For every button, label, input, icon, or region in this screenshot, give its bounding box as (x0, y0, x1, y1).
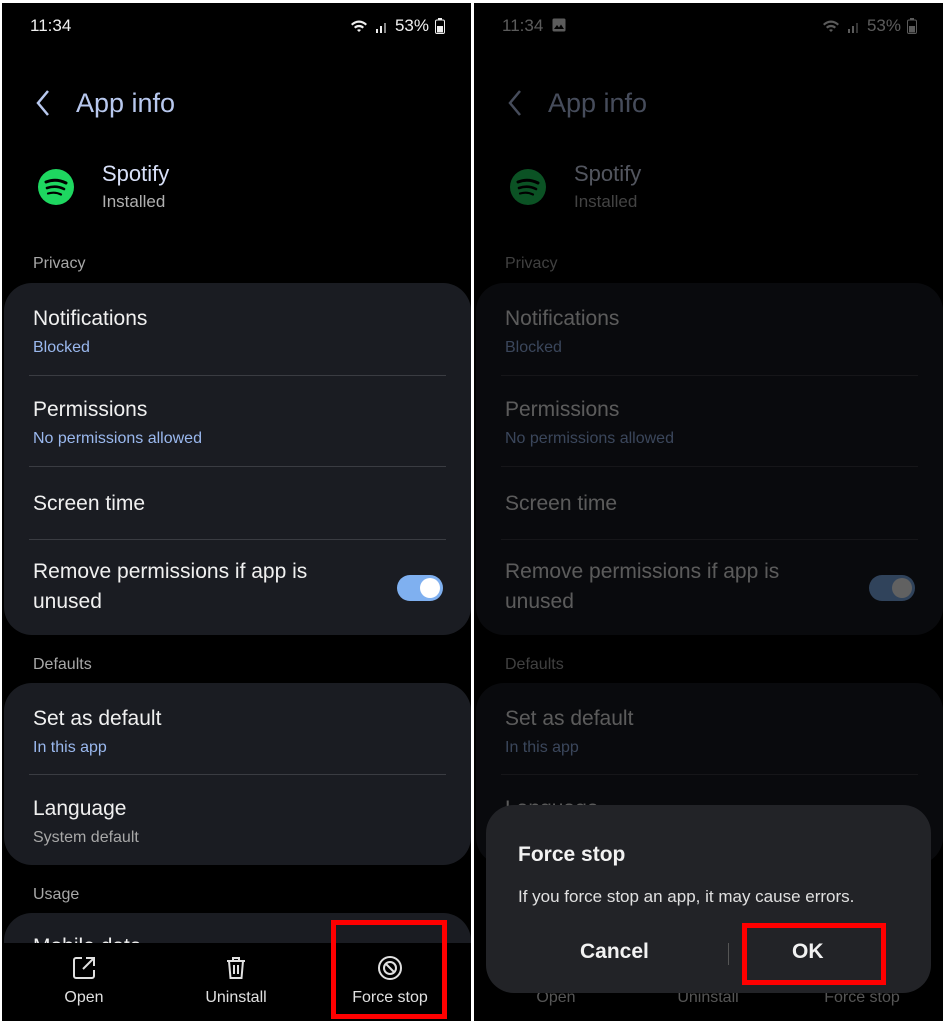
phone-screen-app-info: 11:34 53% App info Spotify Installed Pri… (2, 3, 471, 1021)
permissions-value: No permissions allowed (33, 430, 202, 447)
uninstall-label: Uninstall (205, 989, 267, 1006)
spotify-logo (38, 168, 74, 205)
highlight-box-force-stop (331, 920, 447, 1019)
permissions-title: Permissions (33, 398, 148, 421)
trash-icon (227, 957, 245, 979)
section-privacy-label: Privacy (33, 255, 86, 272)
dialog-title: Force stop (518, 843, 626, 866)
open-label: Open (64, 989, 104, 1006)
dialog-message: If you force stop an app, it may cause e… (518, 887, 855, 906)
section-usage-label: Usage (33, 886, 80, 903)
language-item[interactable]: Language System default (4, 774, 471, 865)
signal-icon (375, 23, 386, 33)
page-title: App info (76, 87, 176, 118)
notifications-item[interactable]: Notifications Blocked (4, 283, 471, 375)
wifi-icon (350, 20, 367, 32)
notifications-title: Notifications (33, 307, 148, 330)
open-external-icon (73, 957, 95, 979)
screen-time-title: Screen time (33, 492, 146, 515)
app-summary: Spotify Installed (36, 161, 169, 212)
uninstall-button[interactable]: Uninstall (200, 955, 272, 1007)
phone-screen-force-stop-dialog: 11:34 53% App info Spotify Installed Pri… (474, 3, 943, 1021)
language-value: System default (33, 829, 139, 846)
app-name: Spotify (102, 161, 170, 186)
section-defaults-label: Defaults (33, 656, 92, 673)
app-install-status: Installed (102, 192, 166, 211)
open-button[interactable]: Open (54, 955, 114, 1007)
language-title: Language (33, 797, 127, 820)
set-as-default-value: In this app (33, 739, 107, 756)
highlight-box-ok (742, 923, 886, 985)
battery-percent: 53% (394, 16, 429, 35)
status-bar: 11:34 53% (30, 16, 445, 40)
status-time: 11:34 (30, 16, 72, 35)
remove-permissions-toggle[interactable] (397, 575, 443, 601)
remove-permissions-item[interactable]: Remove permissions if app is unused (4, 539, 471, 635)
app-bar: App info (30, 85, 175, 121)
button-separator (728, 943, 729, 965)
battery-icon (435, 18, 445, 34)
chevron-left-icon[interactable] (30, 85, 56, 121)
set-as-default-title: Set as default (33, 707, 162, 730)
toggle-knob (420, 578, 440, 598)
privacy-card: Notifications Blocked Permissions No per… (4, 283, 471, 635)
defaults-card: Set as default In this app Language Syst… (4, 683, 471, 865)
permissions-item[interactable]: Permissions No permissions allowed (4, 375, 471, 466)
screen-time-item[interactable]: Screen time (4, 466, 471, 539)
set-as-default-item[interactable]: Set as default In this app (4, 683, 471, 774)
notifications-value: Blocked (33, 339, 90, 356)
cancel-button[interactable]: Cancel (574, 939, 655, 965)
